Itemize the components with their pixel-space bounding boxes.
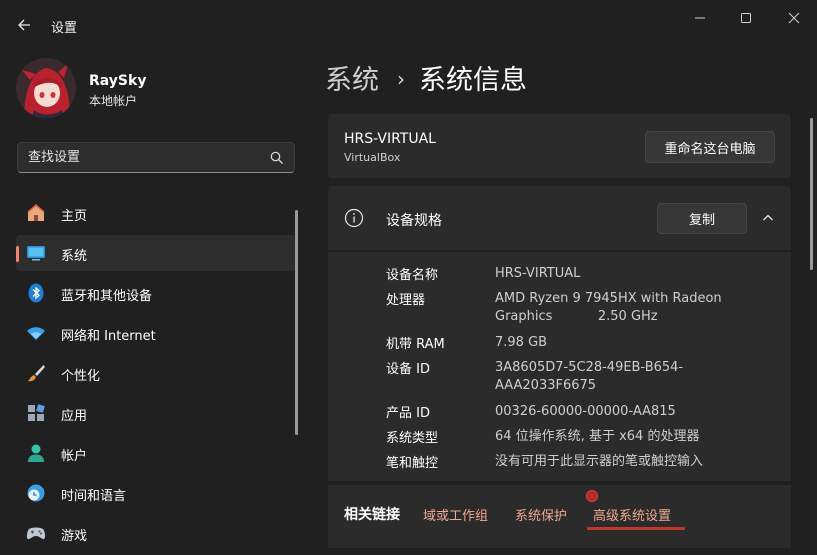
sidebar-item-label: 时间和语言 <box>61 489 127 504</box>
user-profile[interactable]: RaySky 本地帐户 <box>16 58 296 118</box>
spec-label: 机带 RAM <box>386 337 445 352</box>
sidebar-item-accounts[interactable]: 帐户 <box>16 435 296 471</box>
rename-pc-button[interactable]: 重命名这台电脑 <box>645 131 775 163</box>
brush-icon <box>28 365 45 382</box>
main-scrollbar[interactable] <box>810 118 813 270</box>
sidebar-item-label: 帐户 <box>61 449 88 464</box>
pc-model: VirtualBox <box>344 151 401 164</box>
sidebar-scrollbar[interactable] <box>295 210 298 435</box>
spec-value: HRS-VIRTUAL <box>495 266 581 281</box>
bluetooth-icon <box>28 283 44 303</box>
spec-label: 系统类型 <box>386 431 439 446</box>
spec-value: AMD Ryzen 9 7945HX with Radeon Graphics … <box>495 291 726 324</box>
sidebar-item-label: 个性化 <box>61 369 101 384</box>
highlight-underline <box>587 527 685 530</box>
chevron-up-icon <box>763 214 773 221</box>
title-bar: 设置 <box>0 0 817 48</box>
sidebar-item-label: 应用 <box>61 409 88 424</box>
avatar <box>16 58 76 118</box>
page-title: 系统信息 <box>419 65 527 96</box>
sidebar-item-personalization[interactable]: 个性化 <box>16 355 296 391</box>
back-arrow-icon <box>18 19 30 31</box>
sidebar-item-time-language[interactable]: 时间和语言 <box>16 475 296 511</box>
sidebar-item-network[interactable]: 网络和 Internet <box>16 315 296 351</box>
device-specs-body: 设备名称 HRS-VIRTUAL 处理器 AMD Ryzen 9 7945HX … <box>328 252 791 481</box>
clock-globe-icon <box>27 484 45 502</box>
apps-icon <box>28 404 45 421</box>
sidebar-item-label: 主页 <box>61 209 88 224</box>
sidebar-item-gaming[interactable]: 游戏 <box>16 515 296 551</box>
sidebar-item-label: 网络和 Internet <box>61 329 156 344</box>
breadcrumb-parent[interactable]: 系统 <box>325 65 379 96</box>
spec-label: 设备 ID <box>386 362 430 377</box>
info-icon <box>344 208 364 228</box>
search-input[interactable] <box>18 143 268 172</box>
spec-value: 3A8605D7-5C28-49EB-B654-AAA2033F6675 <box>495 360 684 393</box>
system-protection-link[interactable]: 系统保护 <box>515 505 567 524</box>
sidebar-item-system[interactable]: 系统 <box>16 235 296 271</box>
spec-label: 设备名称 <box>386 268 439 283</box>
spec-value: 00326-60000-00000-AA815 <box>495 404 676 419</box>
spec-value: 64 位操作系统, 基于 x64 的处理器 <box>495 429 700 444</box>
related-links-title: 相关链接 <box>344 507 400 523</box>
collapse-button[interactable] <box>756 206 780 230</box>
settings-window: 设置 RaySky 本地帐户 查找设置 主页 系统 蓝牙和其他设备 网络和 In… <box>0 0 817 548</box>
minimize-button[interactable] <box>677 4 723 32</box>
close-button[interactable] <box>771 4 817 32</box>
pc-name-card: HRS-VIRTUAL VirtualBox 重命名这台电脑 <box>328 114 791 178</box>
sidebar-item-bluetooth[interactable]: 蓝牙和其他设备 <box>16 275 296 311</box>
search-icon[interactable] <box>270 151 284 165</box>
advanced-system-settings-link[interactable]: 高级系统设置 <box>593 505 671 524</box>
home-icon <box>27 204 45 221</box>
app-title: 设置 <box>51 21 78 36</box>
active-indicator <box>16 246 19 262</box>
domain-workgroup-link[interactable]: 域或工作组 <box>423 505 488 524</box>
maximize-icon <box>741 13 751 23</box>
breadcrumb: 系统 › 系统信息 <box>325 58 527 96</box>
gamepad-icon <box>26 527 46 540</box>
chevron-right-icon: › <box>397 67 405 91</box>
spec-label: 笔和触控 <box>386 456 439 471</box>
pc-name: HRS-VIRTUAL <box>344 131 436 147</box>
minimize-icon <box>695 17 705 19</box>
spec-value: 7.98 GB <box>495 335 548 350</box>
sidebar-nav: 主页 系统 蓝牙和其他设备 网络和 Internet 个性化 应用 帐户 时间和… <box>16 195 296 555</box>
click-marker <box>586 490 598 502</box>
device-specs-title: 设备规格 <box>386 213 442 229</box>
account-type: 本地帐户 <box>89 94 138 108</box>
user-name: RaySky <box>89 73 147 89</box>
sidebar-item-label: 系统 <box>61 249 88 264</box>
maximize-button[interactable] <box>723 4 769 32</box>
spec-label: 产品 ID <box>386 406 430 421</box>
back-button[interactable] <box>10 12 38 38</box>
spec-value: 没有可用于此显示器的笔或触控输入 <box>495 454 704 469</box>
search-box <box>17 142 295 173</box>
sidebar-item-apps[interactable]: 应用 <box>16 395 296 431</box>
device-specs-header[interactable]: 设备规格 复制 <box>328 186 791 250</box>
close-icon <box>788 12 800 24</box>
spec-label: 处理器 <box>386 293 426 308</box>
related-links-bar: 相关链接 域或工作组 系统保护 高级系统设置 <box>328 485 791 548</box>
sidebar-item-label: 蓝牙和其他设备 <box>61 289 153 304</box>
account-icon <box>28 444 44 462</box>
sidebar-item-label: 游戏 <box>61 529 88 544</box>
copy-button[interactable]: 复制 <box>657 203 747 234</box>
wifi-icon <box>27 327 45 340</box>
system-icon <box>27 246 45 261</box>
sidebar-item-home[interactable]: 主页 <box>16 195 296 231</box>
